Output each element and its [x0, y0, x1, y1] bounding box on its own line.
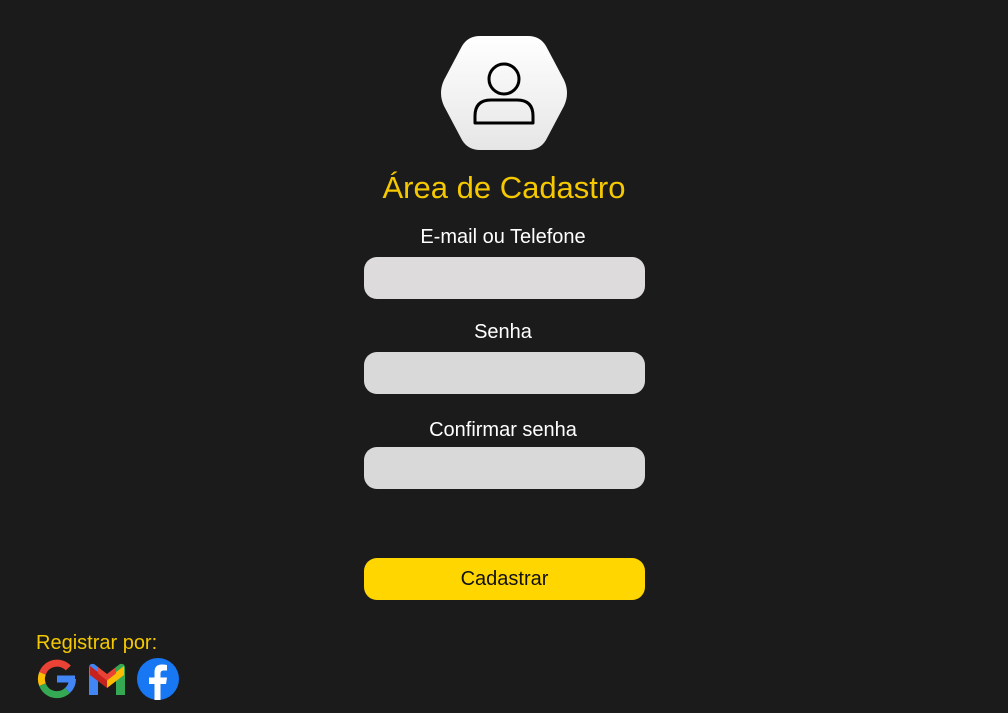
- password-input[interactable]: [364, 352, 645, 394]
- register-button[interactable]: Cadastrar: [364, 558, 645, 600]
- gmail-login-button[interactable]: [86, 658, 128, 700]
- register-by-label: Registrar por:: [36, 632, 158, 654]
- confirm-password-label: Confirmar senha: [429, 419, 577, 441]
- avatar: [440, 34, 568, 152]
- email-label: E-mail ou Telefone: [420, 226, 586, 248]
- confirm-password-input[interactable]: [364, 447, 645, 489]
- google-login-button[interactable]: [36, 658, 78, 700]
- facebook-icon: [137, 658, 179, 700]
- google-icon: [37, 659, 77, 699]
- password-label: Senha: [474, 321, 532, 343]
- user-icon: [441, 36, 567, 150]
- facebook-login-button[interactable]: [137, 658, 179, 700]
- email-input[interactable]: [364, 257, 645, 299]
- gmail-icon: [89, 663, 125, 695]
- page-title: Área de Cadastro: [382, 170, 626, 205]
